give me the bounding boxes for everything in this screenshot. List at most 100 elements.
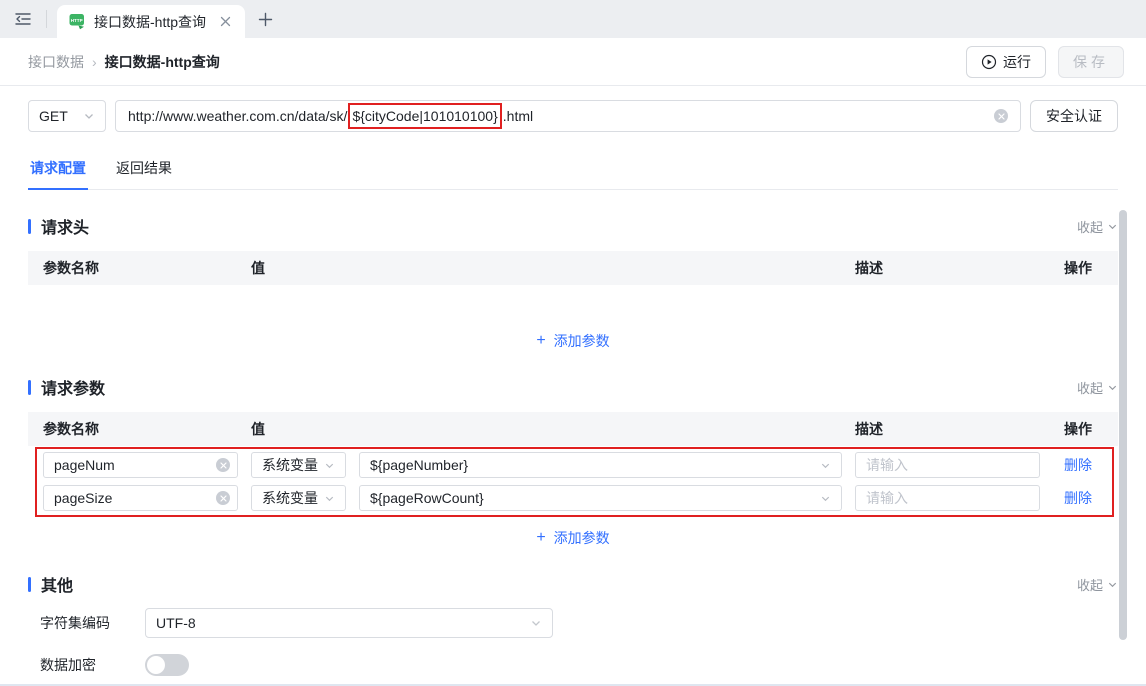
breadcrumb-current: 接口数据-http查询 <box>105 52 220 72</box>
delete-param-link[interactable]: 删除 <box>1053 488 1103 508</box>
section-title: 请求头 <box>28 214 89 238</box>
url-prefix-text: http://www.weather.com.cn/data/sk/ <box>128 108 347 124</box>
encrypt-toggle[interactable] <box>145 654 189 676</box>
chevron-down-icon <box>83 110 95 122</box>
param-type-value: 系统变量 <box>262 455 318 475</box>
collapse-params-link[interactable]: 收起 <box>1077 378 1118 397</box>
request-params-title: 请求参数 <box>41 375 105 399</box>
column-value: 值 <box>251 258 346 278</box>
param-row-pagesize: 系统变量 ${pageRowCount} 删除 <box>28 485 1118 511</box>
section-marker <box>28 219 31 234</box>
encrypt-label: 数据加密 <box>40 655 145 675</box>
request-headers-title: 请求头 <box>41 214 89 238</box>
clear-input-icon[interactable] <box>216 491 230 505</box>
http-method-value: GET <box>39 108 68 124</box>
section-title: 其他 <box>28 572 73 596</box>
http-method-select[interactable]: GET <box>28 100 106 132</box>
request-url-row: GET http://www.weather.com.cn/data/sk/${… <box>28 100 1118 132</box>
chevron-down-icon <box>820 493 831 504</box>
http-datasource-icon: HTTP <box>69 13 86 30</box>
column-value: 值 <box>251 419 346 439</box>
other-section-header: 其他 收起 <box>28 572 1118 596</box>
add-header-param-button[interactable]: + 添加参数 <box>28 331 1118 351</box>
headers-table-header: 参数名称 值 描述 操作 <box>28 251 1118 285</box>
chevron-down-icon <box>820 460 831 471</box>
param-name-input[interactable] <box>43 452 238 478</box>
chevron-down-icon <box>324 493 335 504</box>
breadcrumb-separator: › <box>92 54 97 70</box>
save-button-label: 保存 <box>1073 52 1109 72</box>
breadcrumb-root-link[interactable]: 接口数据 <box>28 52 84 72</box>
chevron-down-icon <box>1107 221 1118 232</box>
collapse-sidebar-button[interactable] <box>0 0 46 38</box>
param-name-input[interactable] <box>43 485 238 511</box>
request-headers-section-header: 请求头 收起 <box>28 214 1118 238</box>
chevron-down-icon <box>530 617 542 629</box>
param-type-select[interactable]: 系统变量 <box>251 485 346 511</box>
param-desc-input[interactable] <box>855 452 1040 478</box>
column-name: 参数名称 <box>43 258 238 278</box>
divider <box>46 10 47 28</box>
param-type-value: 系统变量 <box>262 488 318 508</box>
security-auth-label: 安全认证 <box>1046 106 1102 126</box>
section-marker <box>28 380 31 395</box>
play-icon <box>981 54 997 70</box>
toggle-knob <box>147 656 165 674</box>
param-value-text: ${pageRowCount} <box>370 490 484 506</box>
run-button-label: 运行 <box>1003 52 1031 72</box>
new-tab-button[interactable] <box>245 0 285 38</box>
param-row-pagenum: 系统变量 ${pageNumber} 删除 <box>28 452 1118 478</box>
param-value-text: ${pageNumber} <box>370 457 468 473</box>
tab-request-config[interactable]: 请求配置 <box>28 152 88 190</box>
charset-row: 字符集编码 UTF-8 <box>28 608 1118 638</box>
clear-url-icon[interactable] <box>994 109 1008 123</box>
tab-api-data-http[interactable]: HTTP 接口数据-http查询 <box>57 5 245 38</box>
column-desc: 描述 <box>855 419 1040 439</box>
add-param-label: 添加参数 <box>554 331 610 351</box>
url-input[interactable]: http://www.weather.com.cn/data/sk/${city… <box>115 100 1021 132</box>
collapse-other-link[interactable]: 收起 <box>1077 575 1118 594</box>
config-tabs: 请求配置 返回结果 <box>28 152 1118 190</box>
tab-bar: HTTP 接口数据-http查询 <box>0 0 1146 38</box>
run-button[interactable]: 运行 <box>966 46 1046 78</box>
charset-select[interactable]: UTF-8 <box>145 608 553 638</box>
column-op: 操作 <box>1053 258 1103 278</box>
chevron-down-icon <box>1107 579 1118 590</box>
chevron-down-icon <box>324 460 335 471</box>
plus-icon: + <box>536 529 545 547</box>
collapse-headers-link[interactable]: 收起 <box>1077 217 1118 236</box>
plus-icon <box>258 12 273 27</box>
params-table-header: 参数名称 值 描述 操作 <box>28 412 1118 446</box>
header-actions: 运行 保存 <box>966 46 1124 78</box>
column-desc: 描述 <box>855 258 1040 278</box>
add-request-param-button[interactable]: + 添加参数 <box>28 528 1118 548</box>
charset-label: 字符集编码 <box>40 613 145 633</box>
param-value-select[interactable]: ${pageRowCount} <box>359 485 842 511</box>
param-name-field <box>43 485 238 511</box>
clear-input-icon[interactable] <box>216 458 230 472</box>
tab-title: 接口数据-http查询 <box>94 12 206 32</box>
other-title: 其他 <box>41 572 73 596</box>
save-button[interactable]: 保存 <box>1058 46 1124 78</box>
encrypt-row: 数据加密 <box>28 654 1118 676</box>
param-type-select[interactable]: 系统变量 <box>251 452 346 478</box>
charset-value: UTF-8 <box>156 615 196 631</box>
params-rows: 系统变量 ${pageNumber} 删除 <box>28 452 1118 511</box>
collapse-sidebar-icon <box>14 11 32 27</box>
plus-icon: + <box>536 332 545 350</box>
close-tab-icon[interactable] <box>220 16 231 27</box>
breadcrumb: 接口数据 › 接口数据-http查询 <box>28 52 220 72</box>
chevron-down-icon <box>1107 382 1118 393</box>
security-auth-button[interactable]: 安全认证 <box>1030 100 1118 132</box>
svg-text:HTTP: HTTP <box>71 18 83 23</box>
delete-param-link[interactable]: 删除 <box>1053 455 1103 475</box>
param-desc-input[interactable] <box>855 485 1040 511</box>
request-params-section-header: 请求参数 收起 <box>28 375 1118 399</box>
param-value-select[interactable]: ${pageNumber} <box>359 452 842 478</box>
tab-response-result[interactable]: 返回结果 <box>114 152 174 189</box>
section-title: 请求参数 <box>28 375 105 399</box>
column-name: 参数名称 <box>43 419 238 439</box>
column-op: 操作 <box>1053 419 1103 439</box>
scrollbar-thumb[interactable] <box>1119 210 1127 640</box>
url-token-annotation-box: ${cityCode|101010100} <box>348 103 501 129</box>
